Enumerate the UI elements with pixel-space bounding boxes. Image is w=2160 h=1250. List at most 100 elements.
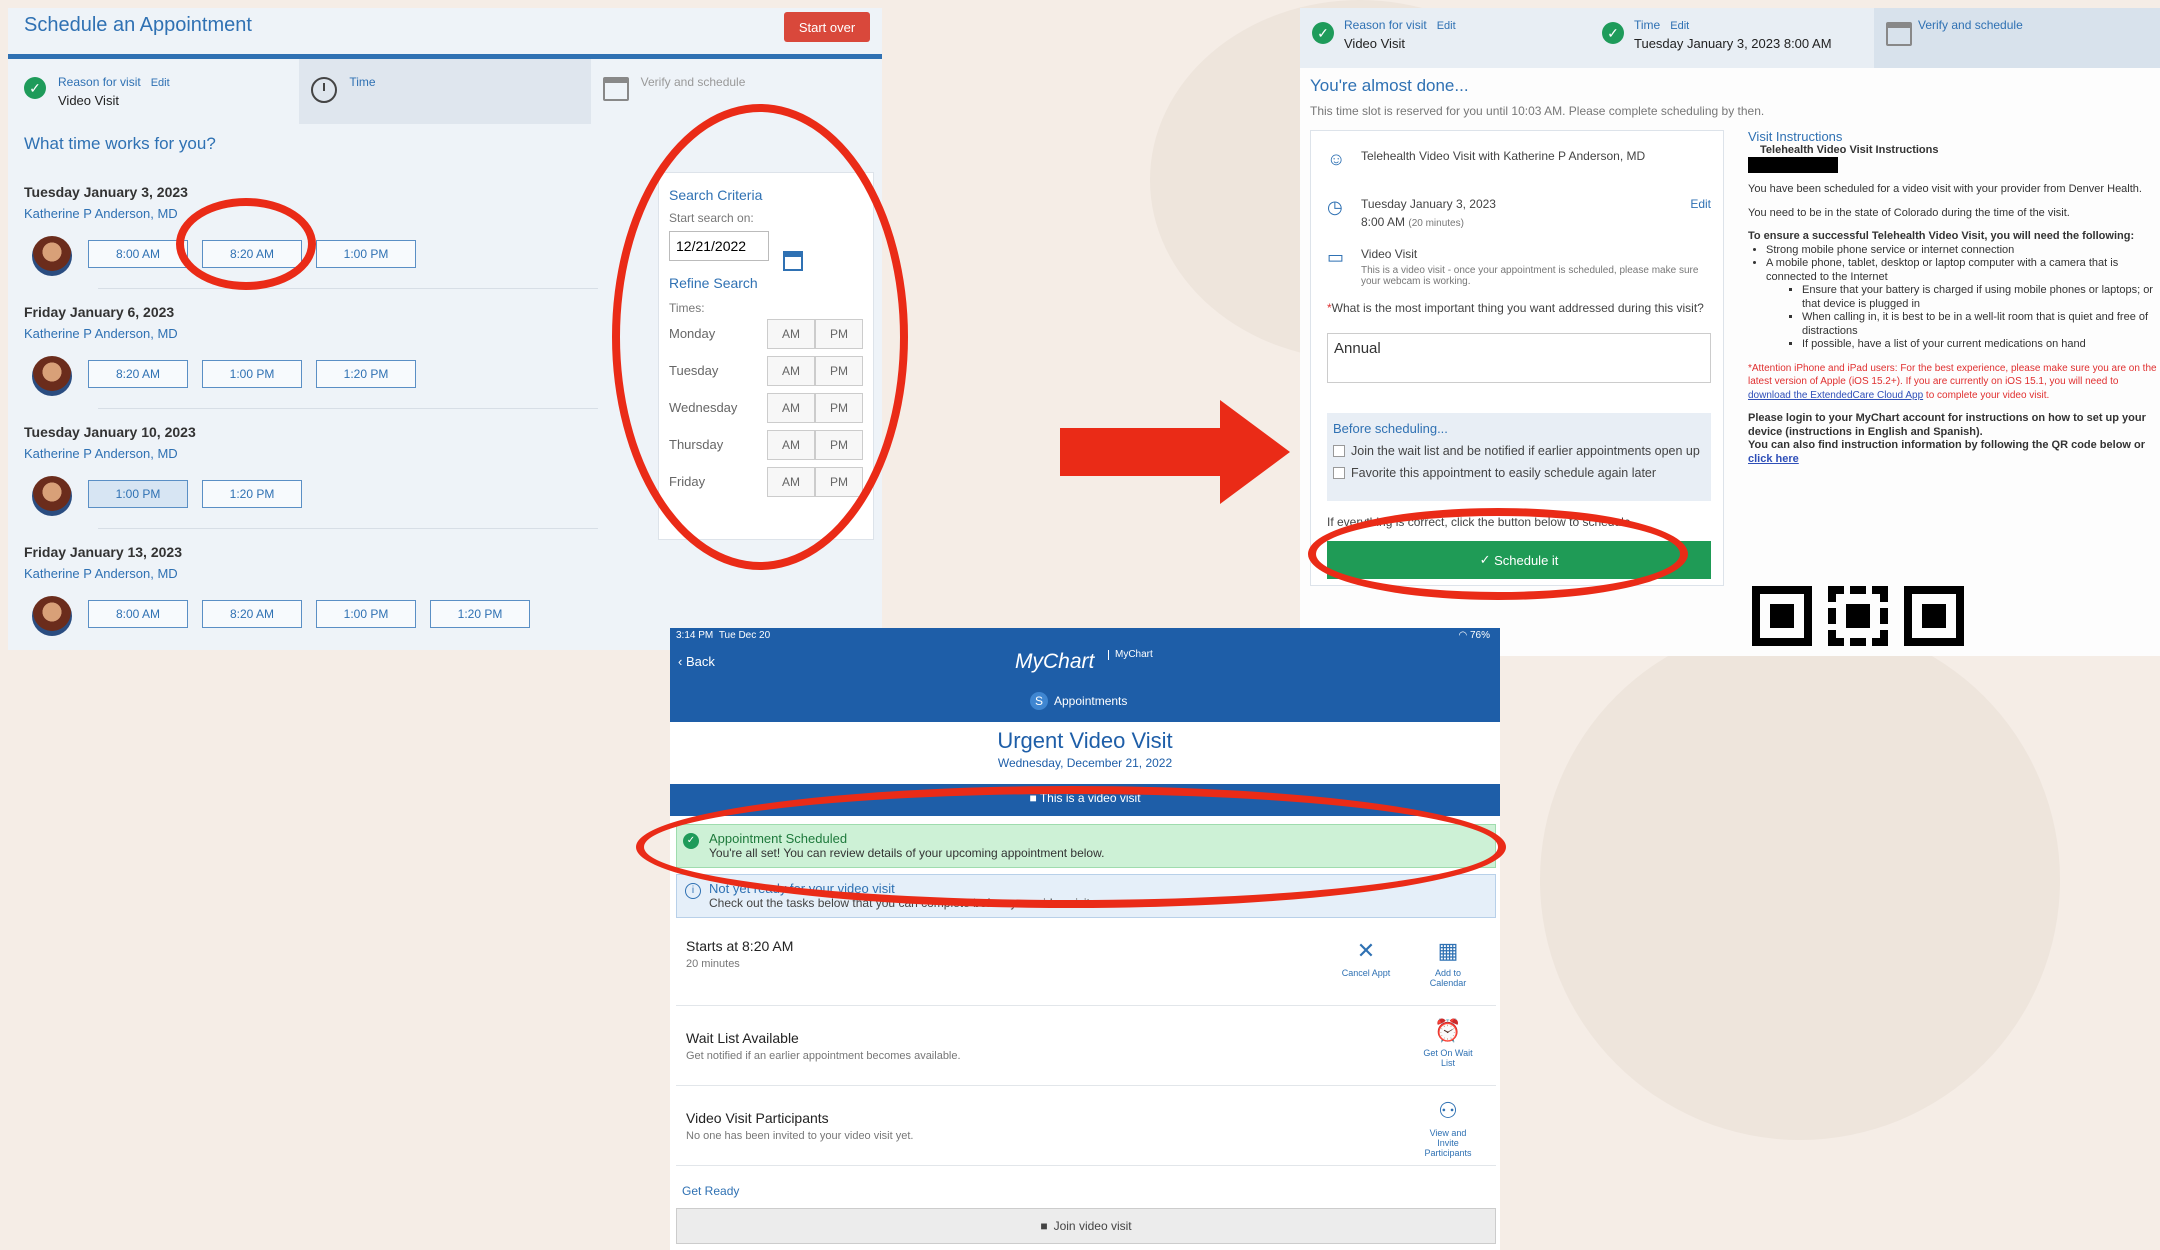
calendar-add-icon: ▦ (1437, 938, 1459, 963)
step-label: Reason for visit (1344, 18, 1427, 32)
day-group: Tuesday January 10, 2023 Katherine P And… (24, 424, 604, 516)
time-slot[interactable]: 1:00 PM (316, 600, 416, 628)
cancel-appt-button[interactable]: ✕ Cancel Appt (1336, 938, 1396, 978)
wifi-icon: ◠ (1458, 630, 1468, 641)
page-title: Schedule an Appointment (24, 14, 252, 36)
time-slot[interactable]: 1:00 PM (316, 240, 416, 268)
visit-type-row: ▭ Video Visit This is a video visit - on… (1327, 247, 1711, 287)
time-slot[interactable]: 1:00 PM (202, 360, 302, 388)
time-slot[interactable]: 8:00 AM (88, 600, 188, 628)
close-icon: ✕ (1356, 938, 1376, 963)
provider-link[interactable]: Katherine P Anderson, MD (24, 206, 604, 221)
info-icon: i (685, 883, 701, 899)
instructions-subheading: Telehealth Video Visit Instructions (1760, 143, 1939, 156)
click-here-link[interactable]: click here (1748, 453, 1799, 465)
almost-done-heading: You're almost done... (1310, 76, 1469, 95)
before-heading: Before scheduling... (1333, 421, 1448, 436)
step-label: Reason for visit (58, 75, 141, 89)
divider (98, 288, 598, 289)
appointments-tab[interactable]: S Appointments (1030, 692, 1127, 710)
wait-list-block: Wait List Available Get notified if an e… (676, 1006, 1496, 1086)
time-slot[interactable]: 1:20 PM (430, 600, 530, 628)
join-video-button[interactable]: ■ Join video visit (676, 1208, 1496, 1244)
mychart-logo: MyChart (1015, 650, 1095, 673)
step-time[interactable]: ✓ Time Edit Tuesday January 3, 2023 8:00 … (1590, 8, 1874, 68)
edit-link[interactable]: Edit (1437, 20, 1456, 32)
time-slot[interactable]: 8:20 AM (202, 600, 302, 628)
provider-icon: ☺ (1327, 149, 1346, 169)
day-group: Friday January 13, 2023 Katherine P Ande… (24, 544, 604, 636)
battery-status: ◠ 76% (1458, 630, 1490, 641)
step-reason[interactable]: ✓ Reason for visit Edit Video Visit (8, 59, 299, 124)
part-text: No one has been invited to your video vi… (686, 1130, 914, 1142)
edit-link[interactable]: Edit (1670, 20, 1689, 32)
checkbox[interactable] (1333, 445, 1345, 457)
instr-p4: Please login to your MyChart account for… (1748, 412, 2146, 438)
start-over-button[interactable]: Start over (784, 12, 870, 42)
attention-text: *Attention iPhone and iPad users: For th… (1748, 362, 2157, 388)
instr-p5-text: You can also find instruction informatio… (1748, 439, 2146, 451)
checkbox[interactable] (1333, 467, 1345, 479)
step-time[interactable]: Time (299, 59, 591, 124)
question-label: What is the most important thing you wan… (1331, 301, 1704, 315)
waitlist-label: Join the wait list and be notified if ea… (1351, 444, 1700, 458)
calendar-icon (1886, 22, 1912, 46)
list-item: If possible, have a list of your current… (1802, 338, 2158, 352)
time-slot[interactable]: 1:20 PM (202, 480, 302, 508)
step-reason[interactable]: ✓ Reason for visit Edit Video Visit (1300, 8, 1590, 68)
start-time-block: Starts at 8:20 AM 20 minutes ✕ Cancel App… (676, 926, 1496, 1006)
provider-link[interactable]: Katherine P Anderson, MD (24, 446, 604, 461)
list-item: Strong mobile phone service or internet … (1766, 244, 2158, 258)
visit-title: Urgent Video Visit (997, 728, 1173, 753)
favorite-option[interactable]: Favorite this appointment to easily sche… (1333, 466, 1705, 480)
visit-provider: Telehealth Video Visit with Katherine P … (1361, 149, 1646, 163)
back-label: Back (685, 654, 715, 669)
time-slot[interactable]: 8:00 AM (88, 240, 188, 268)
visit-date: Wednesday, December 21, 2022 (997, 756, 1173, 770)
flow-arrow-icon (1060, 400, 1290, 504)
edit-link[interactable]: Edit (151, 77, 170, 89)
step-value: Video Visit (58, 93, 119, 108)
time-slot[interactable]: 8:20 AM (88, 360, 188, 388)
invite-label: View and Invite Participants (1424, 1128, 1472, 1158)
invite-participants-button[interactable]: ⚇ View and Invite Participants (1418, 1098, 1478, 1158)
download-link[interactable]: download the ExtendedCare Cloud App (1748, 390, 1923, 401)
time-question: What time works for you? (24, 134, 216, 153)
instr-p1: You have been scheduled for a video visi… (1748, 183, 2142, 195)
time-slot[interactable]: 1:00 PM (88, 480, 188, 508)
app-badge-icon: S (1030, 692, 1048, 710)
divider (98, 408, 598, 409)
step-label: Time (1634, 18, 1661, 32)
reason-textarea[interactable]: Annual (1327, 333, 1711, 383)
reserve-notice: This time slot is reserved for you until… (1310, 104, 1765, 118)
provider-link[interactable]: Katherine P Anderson, MD (24, 326, 604, 341)
qr-code (1752, 586, 1972, 656)
edit-link[interactable]: Edit (1690, 197, 1711, 211)
add-calendar-button[interactable]: ▦ Add to Calendar (1418, 938, 1478, 988)
step-verify[interactable]: Verify and schedule (1874, 8, 2160, 68)
day-date: Tuesday January 10, 2023 (24, 424, 196, 440)
partner-logo: MyChart (1108, 650, 1153, 660)
highlight-ring (636, 786, 1506, 908)
visit-date: Tuesday January 3, 2023 (1361, 197, 1496, 211)
highlight-ring (1308, 508, 1688, 600)
provider-avatar (32, 476, 72, 516)
visit-time-row: ◷ Tuesday January 3, 2023 8:00 AM (20 mi… (1327, 197, 1711, 229)
wait-list-button[interactable]: ⏰ Get On Wait List (1418, 1018, 1478, 1068)
provider-link[interactable]: Katherine P Anderson, MD (24, 566, 604, 581)
favorite-label: Favorite this appointment to easily sche… (1351, 466, 1657, 480)
back-button[interactable]: ‹ Back (678, 654, 715, 669)
video-camera-icon: ■ (1040, 1219, 1048, 1233)
waitlist-option[interactable]: Join the wait list and be notified if ea… (1333, 444, 1705, 458)
part-heading: Video Visit Participants (686, 1110, 829, 1126)
redaction-bar (1748, 157, 1838, 173)
instructions-heading: Visit Instructions (1748, 129, 1843, 144)
step-label: Time (349, 75, 376, 89)
time-slot[interactable]: 1:20 PM (316, 360, 416, 388)
highlight-ring (176, 198, 316, 290)
alarm-clock-icon: ⏰ (1434, 1018, 1462, 1043)
clock-icon (311, 77, 338, 103)
before-scheduling: Before scheduling... Join the wait list … (1327, 413, 1711, 501)
attention-note: *Attention iPhone and iPad users: For th… (1748, 362, 2158, 403)
clock-icon: ◷ (1327, 197, 1343, 217)
